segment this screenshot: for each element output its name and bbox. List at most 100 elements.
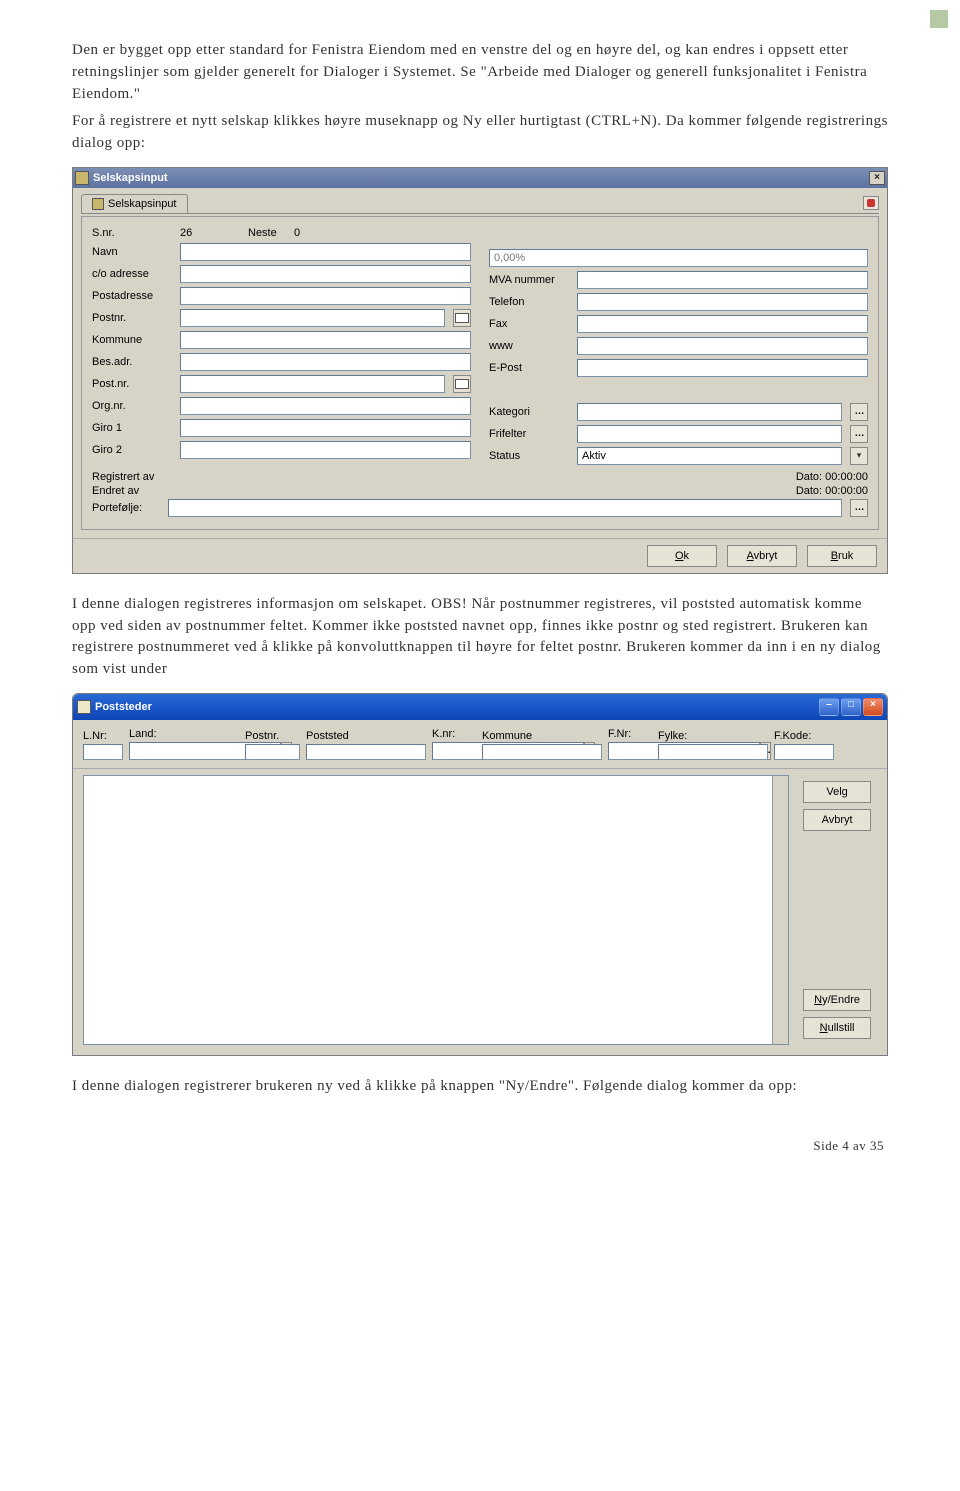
besadr-field[interactable] [180,353,471,371]
kommune-label: Kommune [92,334,172,346]
fax-field[interactable] [577,315,868,333]
status-label: Status [489,450,569,462]
minimize-icon[interactable]: – [819,698,839,716]
bruk-button[interactable]: BrukBruk [807,545,877,567]
giro1-field[interactable] [180,419,471,437]
epost-field[interactable] [577,359,868,377]
page-corner-marker [930,10,948,28]
side-buttons: Velg Avbryt Ny/EndreNy/Endre NullstillNu… [797,775,877,1045]
postnr-label: Postnr. [92,312,172,324]
para-2: For å registrere et nytt selskap klikkes… [72,111,888,155]
close-icon[interactable]: × [863,698,883,716]
fkode-field[interactable] [774,744,834,760]
frifelter-field[interactable] [577,425,842,443]
poststed-field[interactable] [306,744,426,760]
dato-value-2: 00:00:00 [825,485,868,497]
co-label: c/o adresse [92,268,172,280]
portefolje-lookup-button[interactable] [850,499,868,517]
page-footer: Side 4 av 35 [72,1138,888,1154]
dato-label-2: Dato: [796,485,822,497]
results-list[interactable] [83,775,789,1045]
postnr-header-label: Postnr. [245,730,300,742]
maximize-icon[interactable]: □ [841,698,861,716]
avbryt-button[interactable]: Avbryt [803,809,871,831]
selskapsinput-titlebar[interactable]: Selskapsinput × [73,168,887,188]
giro2-field[interactable] [180,441,471,459]
postnr-field[interactable] [180,309,445,327]
postnr2-field[interactable] [180,375,445,393]
knr-label: K.nr: [432,728,476,740]
postnr-envelope-button[interactable] [453,309,471,327]
tab-label: Selskapsinput [108,198,177,210]
dato-value-1: 00:00:00 [825,471,868,483]
kategori-lookup-button[interactable] [850,403,868,421]
dato-label-1: Dato: [796,471,822,483]
mva-label: MVA nummer [489,274,569,286]
epost-label: E-Post [489,362,569,374]
tab-icon [92,198,104,210]
registrert-av-label: Registrert av [92,471,154,483]
lnr-field[interactable] [83,744,123,760]
neste-value: 0 [294,227,300,239]
neste-label: Neste [248,227,286,239]
kommune-field[interactable] [180,331,471,349]
portefolje-field[interactable] [168,499,842,517]
giro1-label: Giro 1 [92,422,172,434]
postnr2-envelope-button[interactable] [453,375,471,393]
para-1: Den er bygget opp etter standard for Fen… [72,40,888,105]
velg-button[interactable]: Velg [803,781,871,803]
portefolje-label: Portefølje: [92,502,160,514]
frifelter-label: Frifelter [489,428,569,440]
navn-label: Navn [92,246,172,258]
selskapsinput-dialog: Selskapsinput × Selskapsinput S.nr. [72,167,888,574]
lnr-label: L.Nr: [83,730,123,742]
postnr-filter-field[interactable] [245,744,300,760]
snr-label: S.nr. [92,227,172,239]
land-label: Land: [129,728,239,740]
kategori-field[interactable] [577,403,842,421]
dialog-button-bar: OOkk AvbrytAvbryt BrukBruk [73,538,887,573]
postadresse-field[interactable] [180,287,471,305]
tab-toolbar-icon[interactable] [863,196,879,210]
orgnr-field[interactable] [180,397,471,415]
filter-row: L.Nr: Land: Postnr. Poststed K.nr: [73,720,887,769]
fylke-field[interactable] [658,744,768,760]
fylke-label: Fylke: [658,730,768,742]
telefon-field[interactable] [577,293,868,311]
window-icon [77,700,91,714]
window-title: Selskapsinput [93,172,168,184]
fnr-label: F.Nr: [608,728,652,740]
ny-endre-button[interactable]: Ny/EndreNy/Endre [803,989,871,1011]
giro2-label: Giro 2 [92,444,172,456]
status-field[interactable] [577,447,842,465]
para-4: I denne dialogen registrerer brukeren ny… [72,1076,888,1098]
kommune-header-label: Kommune [482,730,602,742]
status-dropdown-button[interactable] [850,447,868,465]
form-panel: S.nr. 26 Neste 0 Navn c/o adresse [81,216,879,530]
poststed-label: Poststed [306,730,426,742]
navn-field[interactable] [180,243,471,261]
window-icon [75,171,89,185]
orgnr-label: Org.nr. [92,400,172,412]
avbryt-button[interactable]: AvbrytAvbryt [727,545,797,567]
besadr-label: Bes.adr. [92,356,172,368]
frifelter-lookup-button[interactable] [850,425,868,443]
percent-field[interactable] [489,249,868,267]
document-page: Den er bygget opp etter standard for Fen… [0,0,960,1184]
mva-field[interactable] [577,271,868,289]
tab-selskapsinput[interactable]: Selskapsinput [81,194,188,213]
telefon-label: Telefon [489,296,569,308]
poststeder-titlebar[interactable]: Poststeder – □ × [73,694,887,720]
co-field[interactable] [180,265,471,283]
postnr2-label: Post.nr. [92,378,172,390]
para-3: I denne dialogen registreres informasjon… [72,594,888,681]
kommune-filter-field[interactable] [482,744,602,760]
postadresse-label: Postadresse [92,290,172,302]
scrollbar[interactable] [772,776,788,1044]
www-label: www [489,340,569,352]
nullstill-button[interactable]: NullstillNullstill [803,1017,871,1039]
www-field[interactable] [577,337,868,355]
fkode-label: F.Kode: [774,730,834,742]
ok-button[interactable]: OOkk [647,545,717,567]
close-icon[interactable]: × [869,171,885,185]
